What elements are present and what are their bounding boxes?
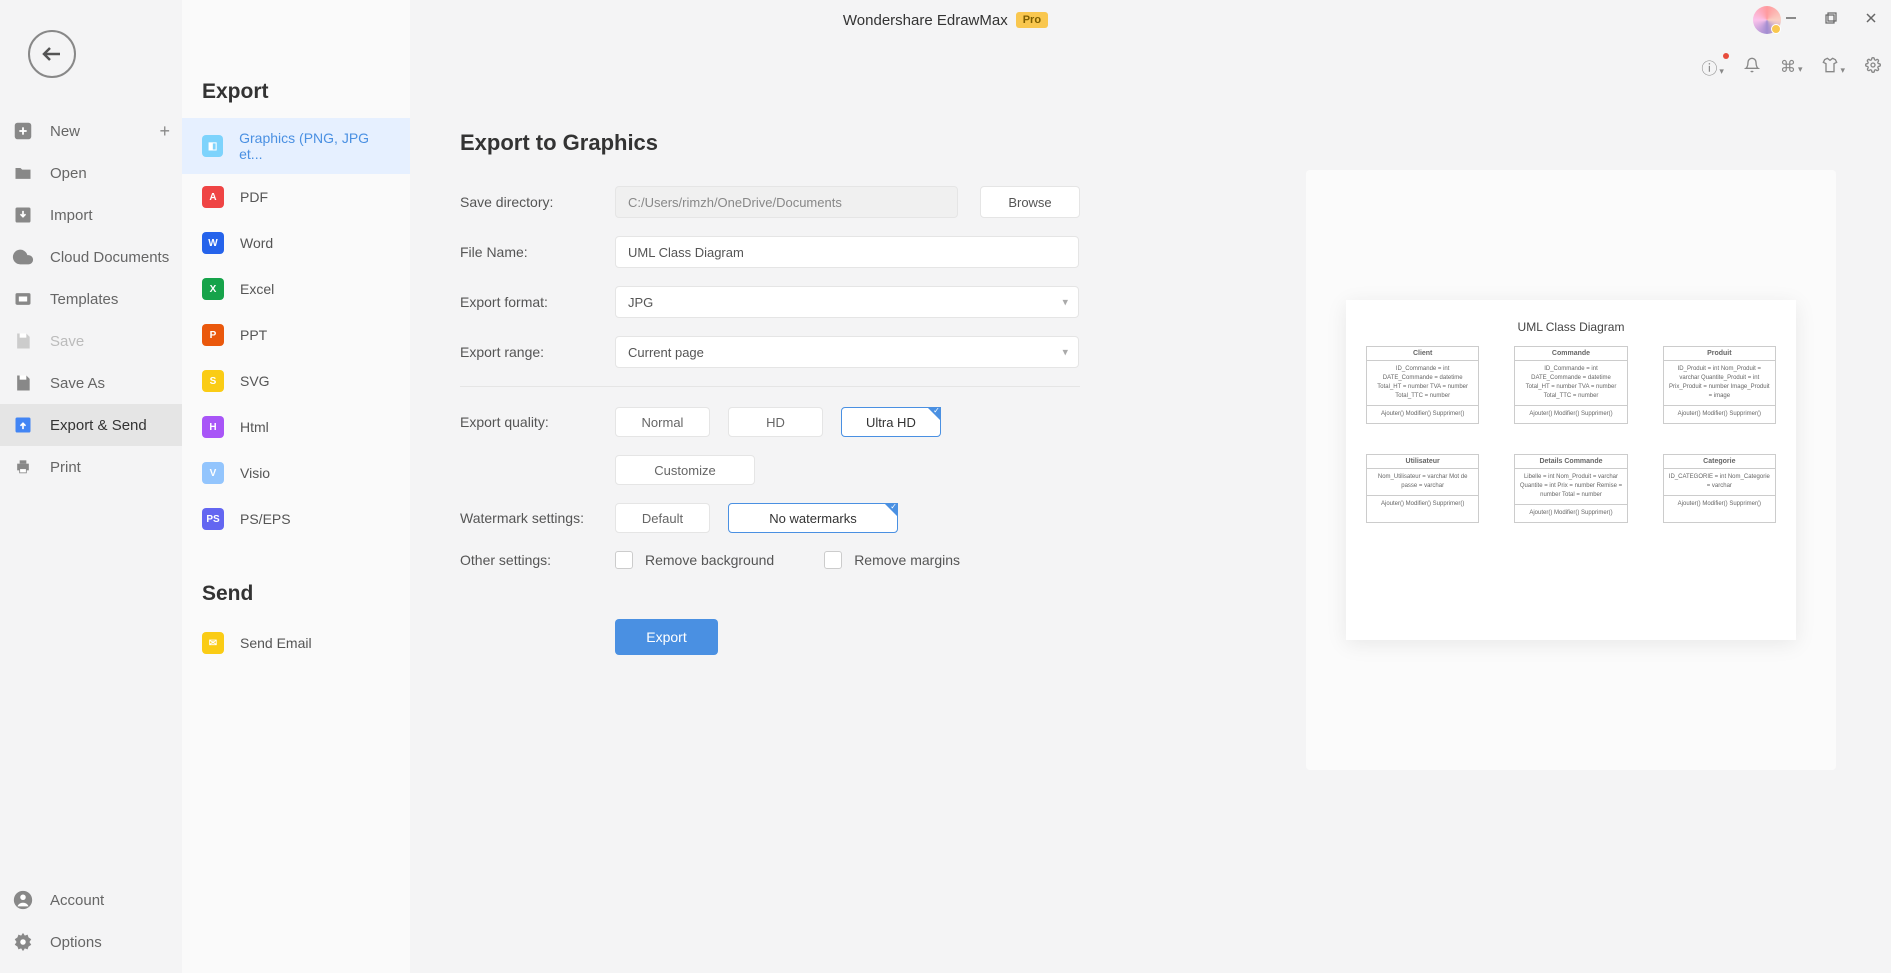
save-dir-label: Save directory:: [460, 194, 615, 210]
html-icon: H: [202, 416, 224, 438]
nav-print[interactable]: Print: [0, 446, 182, 488]
uml-commande: CommandeID_Commande = int DATE_Commande …: [1514, 346, 1627, 424]
email-icon: ✉: [202, 632, 224, 654]
send-title: Send: [182, 542, 410, 620]
remove-margins-label: Remove margins: [854, 552, 960, 568]
preview-content: UML Class Diagram ClientID_Commande = in…: [1346, 300, 1796, 640]
uml-produit: ProduitID_Produit = int Nom_Produit = va…: [1663, 346, 1776, 424]
export-html[interactable]: HHtml: [182, 404, 410, 450]
print-icon: [12, 456, 34, 478]
export-word[interactable]: WWord: [182, 220, 410, 266]
quality-customize[interactable]: Customize: [615, 455, 755, 485]
save-icon: [12, 330, 34, 352]
uml-categorie: CategorieID_CATEGORIE = int Nom_Categori…: [1663, 454, 1776, 523]
nav-templates[interactable]: Templates: [0, 278, 182, 320]
pdf-icon: A: [202, 186, 224, 208]
graphics-icon: ◧: [202, 135, 223, 157]
back-button[interactable]: [28, 30, 76, 78]
nav-cloud[interactable]: Cloud Documents: [0, 236, 182, 278]
format-select[interactable]: JPG: [615, 286, 1079, 318]
uml-details: Details CommandeLibelle = int Nom_Produi…: [1514, 454, 1627, 523]
browse-button[interactable]: Browse: [980, 186, 1080, 218]
ppt-icon: P: [202, 324, 224, 346]
nav-open[interactable]: Open: [0, 152, 182, 194]
range-label: Export range:: [460, 344, 615, 360]
nav-new[interactable]: New+: [0, 110, 182, 152]
templates-icon: [12, 288, 34, 310]
watermark-none[interactable]: No watermarks: [728, 503, 898, 533]
export-excel[interactable]: XExcel: [182, 266, 410, 312]
export-svg[interactable]: SSVG: [182, 358, 410, 404]
export-button[interactable]: Export: [615, 619, 718, 655]
checkmark-icon: [884, 503, 898, 517]
save-dir-input[interactable]: C:/Users/rimzh/OneDrive/Documents: [615, 186, 958, 218]
left-nav: New+ Open Import Cloud Documents Templat…: [0, 110, 182, 488]
format-label: Export format:: [460, 294, 615, 310]
nav-import[interactable]: Import: [0, 194, 182, 236]
preview-panel: UML Class Diagram ClientID_Commande = in…: [1306, 170, 1836, 770]
folder-icon: [12, 162, 34, 184]
preview-title: UML Class Diagram: [1366, 320, 1776, 334]
uml-utilisateur: UtilisateurNom_Utilisateur = varchar Mot…: [1366, 454, 1479, 523]
quality-ultra-hd[interactable]: Ultra HD: [841, 407, 941, 437]
quality-label: Export quality:: [460, 414, 615, 430]
remove-bg-label: Remove background: [645, 552, 774, 568]
uml-client: ClientID_Commande = int DATE_Commande = …: [1366, 346, 1479, 424]
remove-margins-checkbox[interactable]: [824, 551, 842, 569]
nav-export-send[interactable]: Export & Send: [0, 404, 182, 446]
other-label: Other settings:: [460, 552, 615, 568]
nav-options[interactable]: Options: [0, 921, 182, 963]
nav-save: Save: [0, 320, 182, 362]
export-pseps[interactable]: PSPS/EPS: [182, 496, 410, 542]
file-name-input[interactable]: UML Class Diagram: [615, 236, 1079, 268]
divider: [460, 386, 1080, 387]
export-graphics[interactable]: ◧Graphics (PNG, JPG et...: [182, 118, 410, 174]
word-icon: W: [202, 232, 224, 254]
pseps-icon: PS: [202, 508, 224, 530]
watermark-label: Watermark settings:: [460, 510, 615, 526]
cloud-icon: [12, 246, 34, 268]
range-select[interactable]: Current page: [615, 336, 1079, 368]
quality-hd[interactable]: HD: [728, 407, 823, 437]
options-gear-icon: [12, 931, 34, 953]
account-icon: [12, 889, 34, 911]
send-email[interactable]: ✉Send Email: [182, 620, 410, 666]
checkmark-icon: [927, 407, 941, 421]
export-visio[interactable]: VVisio: [182, 450, 410, 496]
import-icon: [12, 204, 34, 226]
svg-icon: S: [202, 370, 224, 392]
save-as-icon: [12, 372, 34, 394]
nav-save-as[interactable]: Save As: [0, 362, 182, 404]
nav-account[interactable]: Account: [0, 879, 182, 921]
plus-icon[interactable]: +: [159, 121, 170, 142]
plus-box-icon: [12, 120, 34, 142]
quality-normal[interactable]: Normal: [615, 407, 710, 437]
export-title: Export: [182, 30, 410, 118]
bottom-nav: Account Options: [0, 879, 182, 963]
excel-icon: X: [202, 278, 224, 300]
export-pdf[interactable]: APDF: [182, 174, 410, 220]
export-icon: [12, 414, 34, 436]
remove-bg-checkbox[interactable]: [615, 551, 633, 569]
page-title: Export to Graphics: [460, 130, 1841, 156]
file-name-label: File Name:: [460, 244, 615, 260]
export-panel: Export ◧Graphics (PNG, JPG et... APDF WW…: [182, 0, 410, 973]
watermark-default[interactable]: Default: [615, 503, 710, 533]
visio-icon: V: [202, 462, 224, 484]
export-ppt[interactable]: PPPT: [182, 312, 410, 358]
